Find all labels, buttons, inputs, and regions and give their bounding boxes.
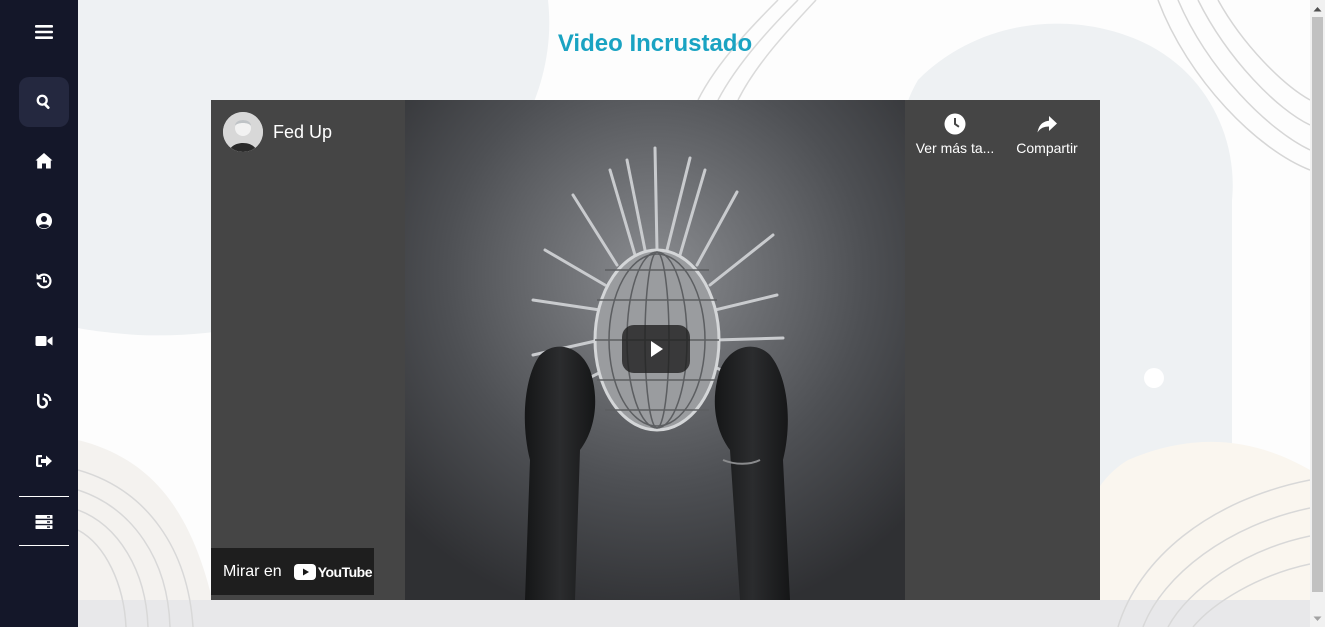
sidebar-item-blog[interactable]	[19, 376, 69, 426]
youtube-logo: YouTube	[293, 563, 373, 580]
server-icon	[35, 515, 53, 529]
play-icon	[651, 341, 663, 357]
watch-later-label: Ver más ta...	[915, 140, 995, 156]
sidebar-item-history[interactable]	[19, 256, 69, 306]
logout-icon	[36, 455, 52, 467]
sidebar	[0, 0, 78, 627]
watch-on-label: Mirar en	[223, 562, 282, 580]
youtube-play-icon	[293, 563, 316, 580]
clock-icon	[944, 113, 966, 135]
avatar-image	[223, 112, 263, 152]
youtube-wordmark: YouTube	[317, 563, 373, 580]
page-scrollbar[interactable]	[1310, 0, 1325, 627]
sidebar-item-server[interactable]	[19, 497, 69, 547]
share-button[interactable]: Compartir	[1002, 112, 1092, 156]
sidebar-item-logout[interactable]	[19, 436, 69, 486]
sidebar-item-search[interactable]	[19, 77, 69, 127]
share-arrow-icon	[1037, 116, 1057, 133]
user-circle-icon	[36, 213, 52, 229]
watch-on-youtube-button[interactable]: Mirar en YouTube	[211, 548, 374, 595]
scroll-down-arrow[interactable]	[1310, 610, 1325, 627]
sidebar-item-profile[interactable]	[19, 196, 69, 246]
arrow-down-icon	[1313, 616, 1322, 621]
menu-icon	[35, 25, 53, 39]
share-label: Compartir	[1016, 140, 1078, 156]
search-icon	[36, 94, 50, 110]
sidebar-divider-bottom	[19, 545, 69, 546]
menu-toggle-button[interactable]	[19, 7, 69, 57]
history-icon	[36, 273, 52, 289]
video-top-bar: Fed Up Ver más ta... Compartir	[211, 100, 1100, 170]
page-title: Video Incrustado	[557, 30, 753, 57]
embedded-video-player[interactable]: Fed Up Ver más ta... Compartir Mirar en …	[211, 100, 1100, 600]
channel-avatar[interactable]	[223, 112, 263, 152]
arrow-up-icon	[1313, 6, 1322, 11]
sidebar-item-videos[interactable]	[19, 316, 69, 366]
scroll-up-arrow[interactable]	[1310, 0, 1325, 17]
video-camera-icon	[35, 336, 53, 346]
home-icon	[35, 153, 53, 169]
main-content: Video Incrustado Fed Up Ver más ta... Co…	[78, 0, 1310, 627]
watch-later-button[interactable]: Ver más ta...	[910, 112, 1000, 156]
blog-icon	[37, 393, 52, 409]
play-button[interactable]	[622, 325, 690, 373]
scroll-thumb[interactable]	[1312, 17, 1323, 592]
sidebar-item-home[interactable]	[19, 136, 69, 186]
video-title[interactable]: Fed Up	[273, 122, 332, 143]
